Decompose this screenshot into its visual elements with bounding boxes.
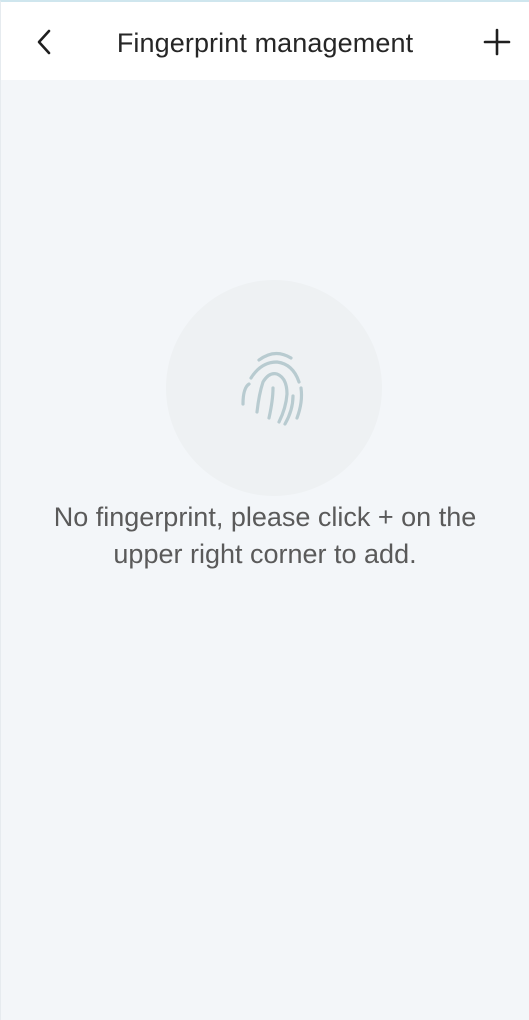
empty-state-message: No fingerprint, please click + on the up… bbox=[53, 502, 477, 569]
fingerprint-icon bbox=[241, 351, 304, 426]
chevron-left-icon bbox=[37, 29, 51, 55]
top-bar: Fingerprint management bbox=[1, 2, 529, 80]
fingerprint-management-screen: Fingerprint management No fingerprint, p… bbox=[0, 0, 529, 1020]
back-button[interactable] bbox=[23, 20, 67, 64]
page-title: Fingerprint management bbox=[116, 28, 414, 58]
empty-state-illustration bbox=[166, 280, 382, 496]
add-fingerprint-button[interactable] bbox=[475, 20, 519, 64]
plus-icon bbox=[483, 28, 511, 56]
